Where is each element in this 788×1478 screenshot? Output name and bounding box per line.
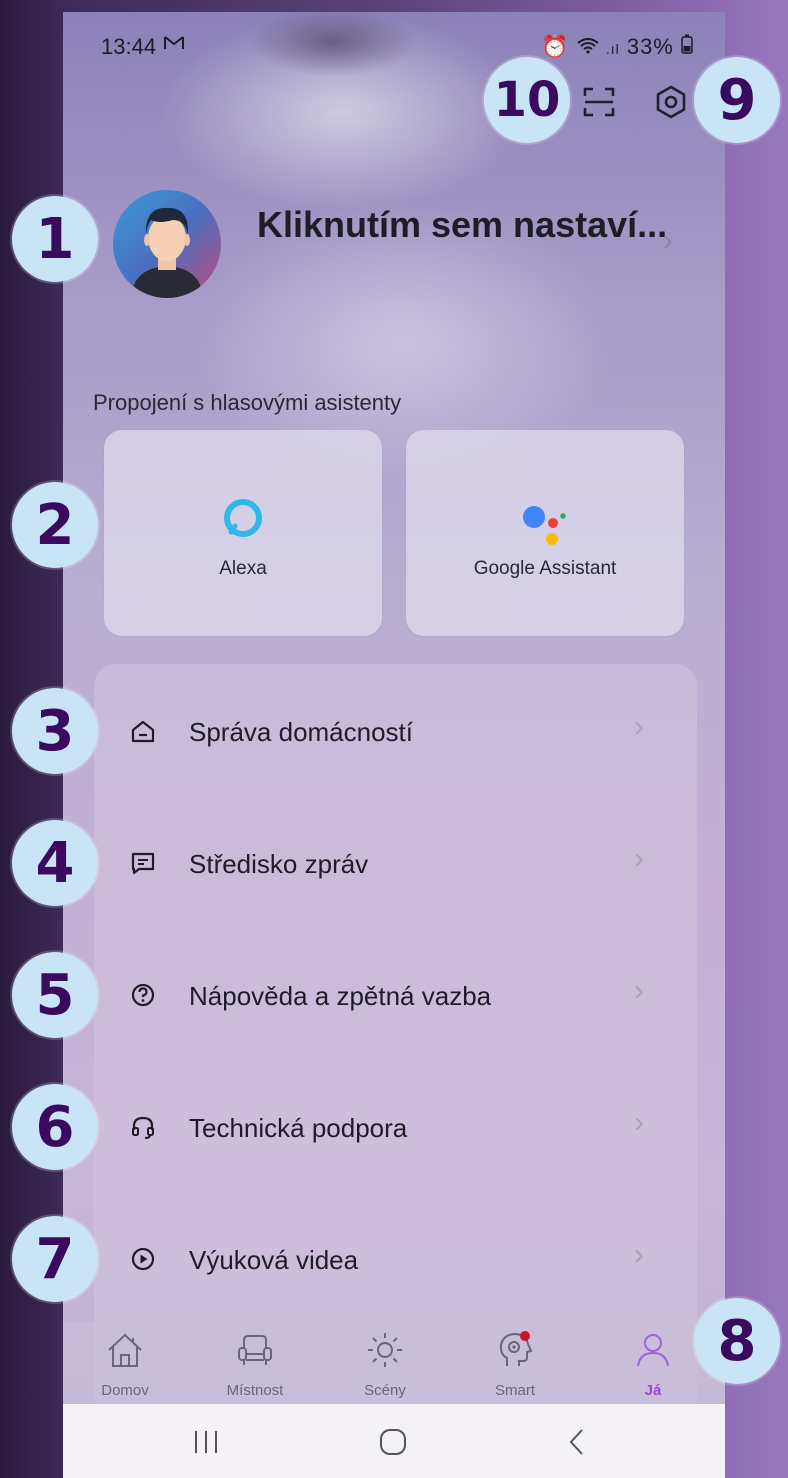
home-button[interactable] — [363, 1422, 423, 1462]
menu-item-label: Středisko zpráv — [189, 849, 369, 879]
google-assistant-label: Google Assistant — [473, 558, 617, 579]
menu-item-tech-support[interactable]: Technická podpora › — [94, 1080, 697, 1180]
message-icon — [128, 848, 158, 878]
sun-icon — [368, 1333, 402, 1367]
callout-badge-3: 3 — [12, 688, 98, 774]
nav-room[interactable]: Místnost — [205, 1322, 305, 1404]
chevron-right-icon: › — [634, 1106, 644, 1139]
nav-smart[interactable]: Smart — [465, 1322, 565, 1404]
wifi-icon — [577, 34, 606, 59]
back-icon — [569, 1429, 583, 1455]
nav-label: Domov — [101, 1382, 149, 1399]
system-nav-bar — [63, 1404, 725, 1478]
scan-button[interactable] — [579, 82, 619, 122]
recent-apps-button[interactable] — [176, 1422, 236, 1462]
settings-button[interactable] — [651, 82, 691, 122]
chevron-right-icon: › — [634, 842, 644, 875]
callout-badge-7: 7 — [12, 1216, 98, 1302]
menu-item-help-feedback[interactable]: Nápověda a zpětná vazba › — [94, 948, 697, 1048]
bottom-nav: Domov Místnost Scény Smart Já — [63, 1322, 725, 1404]
callout-badge-5: 5 — [12, 952, 98, 1038]
callout-badge-1: 1 — [12, 196, 98, 282]
callout-badge-9: 9 — [694, 57, 780, 143]
gear-icon — [656, 85, 686, 119]
house-icon — [108, 1333, 142, 1367]
menu-item-tutorial-videos[interactable]: Výuková videa › — [94, 1212, 697, 1312]
google-assistant-icon — [523, 506, 566, 545]
avatar[interactable] — [113, 190, 221, 298]
nav-me[interactable]: Já — [603, 1322, 703, 1404]
status-time: 13:44 — [101, 34, 157, 59]
home-circle-icon — [380, 1429, 406, 1455]
voice-assistants-heading: Propojení s hlasovými asistenty — [93, 390, 402, 415]
phone-screen: 13:44 ⏰ .ıl 33% Kliknutím sem nastaví...… — [63, 12, 725, 1478]
battery-icon — [681, 34, 693, 59]
menu-item-label: Výuková videa — [189, 1245, 359, 1275]
callout-badge-2: 2 — [12, 482, 98, 568]
signal-icon: .ıl — [605, 41, 620, 57]
callout-badge-10: 10 — [484, 57, 570, 143]
armchair-icon — [238, 1335, 272, 1365]
back-button[interactable] — [547, 1422, 607, 1462]
gmail-icon — [163, 34, 185, 58]
menu-item-label: Nápověda a zpětná vazba — [189, 981, 492, 1011]
chevron-right-icon: › — [634, 1238, 644, 1271]
nav-label: Já — [644, 1382, 662, 1399]
menu-item-label: Technická podpora — [189, 1113, 408, 1143]
home-icon — [128, 716, 158, 746]
menu-item-label: Správa domácností — [189, 717, 414, 747]
profile-chevron-icon: › — [663, 224, 673, 257]
nav-label: Scény — [364, 1382, 406, 1399]
recent-apps-icon — [195, 1431, 217, 1453]
person-icon — [637, 1334, 669, 1367]
menu-item-home-management[interactable]: Správa domácností › — [94, 684, 697, 784]
status-right: ⏰ .ıl 33% — [541, 34, 693, 60]
help-icon — [128, 980, 158, 1010]
menu-item-message-center[interactable]: Středisko zpráv › — [94, 816, 697, 916]
chevron-right-icon: › — [634, 710, 644, 743]
nav-label: Smart — [494, 1382, 535, 1399]
scan-icon — [583, 87, 615, 117]
profile-name[interactable]: Kliknutím sem nastaví... — [257, 204, 667, 246]
google-assistant-card[interactable]: Google Assistant — [406, 430, 684, 636]
headset-icon — [128, 1112, 158, 1142]
callout-badge-4: 4 — [12, 820, 98, 906]
brain-gear-icon — [499, 1331, 533, 1366]
alexa-label: Alexa — [219, 558, 267, 579]
person-avatar-icon — [131, 207, 203, 298]
status-bar: 13:44 ⏰ .ıl 33% — [63, 12, 725, 72]
nav-scenes[interactable]: Scény — [335, 1322, 435, 1404]
chevron-right-icon: › — [634, 974, 644, 1007]
play-icon — [128, 1244, 158, 1274]
battery-percent: 33% — [626, 34, 674, 59]
alexa-card[interactable]: Alexa — [104, 430, 382, 636]
alexa-icon — [224, 499, 262, 537]
callout-badge-8: 8 — [694, 1298, 780, 1384]
nav-home[interactable]: Domov — [75, 1322, 175, 1404]
alarm-icon: ⏰ — [541, 34, 570, 59]
nav-label: Místnost — [226, 1382, 284, 1399]
callout-badge-6: 6 — [12, 1084, 98, 1170]
